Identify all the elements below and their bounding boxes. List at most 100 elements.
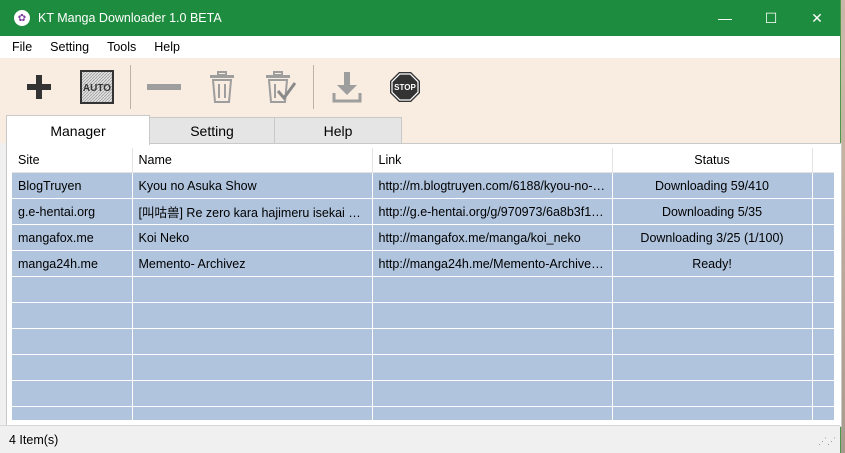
empty-cell [132,276,373,303]
stop-button[interactable]: STOP [376,62,434,112]
empty-row [12,328,834,355]
minimize-button[interactable]: — [702,0,748,36]
cell-filler [812,224,834,251]
download-icon [332,71,362,102]
empty-row [12,354,834,381]
cell-site: BlogTruyen [12,172,133,199]
empty-row [12,276,834,303]
empty-cell [372,276,613,303]
toolbar-separator [313,64,314,109]
empty-cell [612,328,813,355]
tab-help[interactable]: Help [274,117,402,144]
minus-icon [147,83,181,90]
auto-icon: AUTO [80,69,114,104]
empty-cell [372,328,613,355]
cell-name: Kyou no Asuka Show [132,172,373,199]
delete-completed-button[interactable] [251,62,309,112]
empty-cell [132,302,373,329]
cell-name: Memento- Archivez [132,250,373,277]
table-row[interactable]: manga24h.me Memento- Archivez http://manga… [12,250,834,277]
cell-status: Downloading 59/410 [612,172,813,199]
maximize-button[interactable]: ☐ [748,0,794,36]
window-title: KT Manga Downloader 1.0 BETA [38,11,222,25]
column-header-status[interactable]: Status [612,148,813,173]
empty-cell [812,380,834,407]
delete-button[interactable] [193,62,251,112]
empty-cell [12,380,133,407]
stop-label: STOP [394,83,416,92]
column-header-name[interactable]: Name [132,148,373,173]
cell-site: manga24h.me [12,250,133,277]
empty-cell [612,276,813,303]
menu-help[interactable]: Help [154,40,180,54]
resize-grip-icon[interactable]: ⋰⋰ [818,436,836,447]
menu-file[interactable]: File [12,40,32,54]
empty-cell [612,354,813,381]
minimize-icon: — [718,10,732,26]
status-bar: 4 Item(s) ⋰⋰ [0,425,840,453]
app-logo-icon: ✿ [14,10,30,26]
empty-cell [372,302,613,329]
empty-cell [132,406,373,420]
toolbar-separator [130,64,131,109]
cell-site: mangafox.me [12,224,133,251]
table-row[interactable]: mangafox.me Koi Neko http://mangafox.me/ma… [12,224,834,251]
empty-row [12,302,834,329]
download-list[interactable]: Site Name Link Status BlogTruyen Kyou no … [12,148,834,420]
cell-name: Koi Neko [132,224,373,251]
empty-cell [372,380,613,407]
cell-status: Downloading 5/35 [612,198,813,225]
close-icon: ✕ [811,9,823,26]
empty-row [12,406,834,420]
empty-cell [812,302,834,329]
app-window: ✿ KT Manga Downloader 1.0 BETA — ☐ ✕ Fil… [0,0,842,453]
manager-panel: Site Name Link Status BlogTruyen Kyou no … [6,143,842,427]
menu-bar: File Setting Tools Help [0,36,840,58]
cell-link: http://manga24h.me/Memento-Archivez.html [372,250,613,277]
stop-icon: STOP [390,71,420,102]
menu-setting[interactable]: Setting [50,40,89,54]
empty-cell [372,406,613,420]
trash-icon [210,70,234,103]
table-row[interactable]: g.e-hentai.org [叫咕兽] Re zero kara hajimer… [12,198,834,225]
tab-setting[interactable]: Setting [148,117,276,144]
add-button[interactable] [10,62,68,112]
cell-status: Ready! [612,250,813,277]
cell-status: Downloading 3/25 (1/100) [612,224,813,251]
tab-strip: Manager Setting Help [0,115,840,145]
menu-tools[interactable]: Tools [107,40,136,54]
auto-button[interactable]: AUTO [68,62,126,112]
cell-link: http://g.e-hentai.org/g/970973/6a8b3f1a2… [372,198,613,225]
empty-cell [132,328,373,355]
empty-cell [12,276,133,303]
empty-cell [12,328,133,355]
download-button[interactable] [318,62,376,112]
tab-manager[interactable]: Manager [6,115,150,145]
plus-icon [27,74,51,99]
toolbar: AUTO STOP [0,58,840,116]
empty-cell [372,354,613,381]
cell-name: [叫咕兽] Re zero kara hajimeru isekai seika… [132,198,373,225]
empty-cell [132,354,373,381]
empty-row [12,380,834,407]
column-header-site[interactable]: Site [12,148,133,173]
auto-label: AUTO [83,83,111,94]
table-row[interactable]: BlogTruyen Kyou no Asuka Show http://m.blo… [12,172,834,199]
empty-cell [612,380,813,407]
item-count: 4 Item(s) [9,432,59,447]
title-bar[interactable]: ✿ KT Manga Downloader 1.0 BETA — ☐ ✕ [0,0,840,36]
maximize-icon: ☐ [764,9,778,26]
column-header-link[interactable]: Link [372,148,613,173]
empty-cell [812,354,834,381]
remove-button[interactable] [135,62,193,112]
table-header: Site Name Link Status [12,148,834,173]
empty-cell [812,406,834,420]
trash-check-icon [266,70,296,103]
empty-cell [12,354,133,381]
close-button[interactable]: ✕ [794,0,840,36]
cell-filler [812,172,834,199]
column-header-filler [812,148,834,173]
cell-filler [812,198,834,225]
empty-cell [812,276,834,303]
empty-cell [612,302,813,329]
